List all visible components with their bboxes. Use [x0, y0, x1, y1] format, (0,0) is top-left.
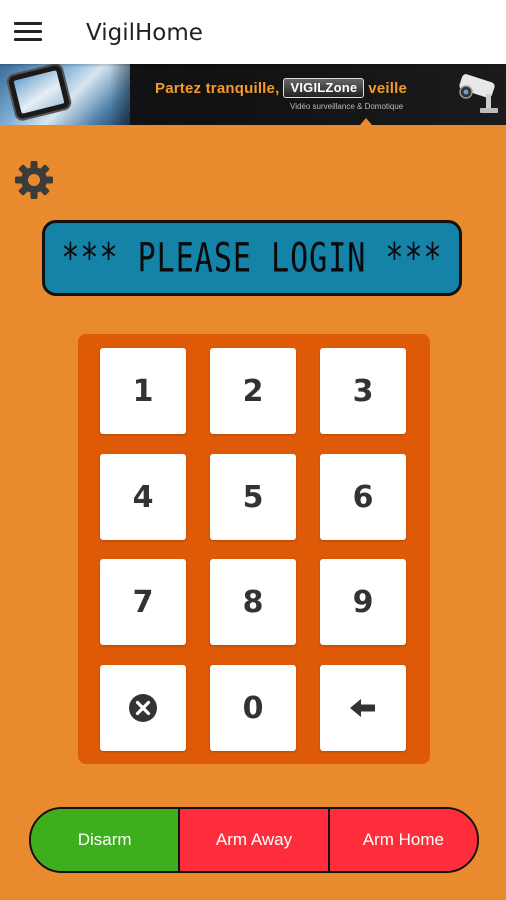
banner-subtitle: Vidéo surveillance & Domotique — [290, 102, 404, 111]
ad-banner[interactable]: Partez tranquille, VIGILZone veille Vidéo … — [0, 64, 506, 125]
arm-away-button[interactable]: Arm Away — [178, 809, 328, 871]
key-1[interactable]: 1 — [100, 348, 186, 434]
banner-tagline-end: veille — [368, 80, 408, 97]
arm-home-button[interactable]: Arm Home — [327, 809, 477, 871]
key-2[interactable]: 2 — [210, 348, 296, 434]
security-camera-icon — [459, 74, 498, 113]
key-9[interactable]: 9 — [320, 559, 406, 645]
gear-icon — [15, 161, 53, 199]
disarm-button[interactable]: Disarm — [31, 809, 179, 871]
key-5[interactable]: 5 — [210, 454, 296, 540]
banner-tagline: Partez tranquille, VIGILZone veille — [155, 78, 407, 98]
key-0[interactable]: 0 — [210, 665, 296, 751]
key-7[interactable]: 7 — [100, 559, 186, 645]
app-title: VigilHome — [86, 20, 203, 46]
key-backspace[interactable] — [320, 665, 406, 751]
key-8[interactable]: 8 — [210, 559, 296, 645]
arm-mode-bar: Disarm Arm Away Arm Home — [29, 807, 479, 873]
keypad: 1 2 3 4 5 6 7 8 9 0 — [78, 334, 430, 764]
banner-brand-logo: VIGILZone — [283, 78, 365, 98]
clear-x-circle-icon — [129, 694, 157, 722]
hamburger-menu-icon[interactable] — [12, 18, 46, 48]
settings-button[interactable] — [12, 158, 56, 202]
status-display-text: *** PLEASE LOGIN *** — [61, 234, 443, 282]
key-3[interactable]: 3 — [320, 348, 406, 434]
backspace-arrow-icon — [350, 699, 375, 717]
key-6[interactable]: 6 — [320, 454, 406, 540]
app-bar: VigilHome — [0, 0, 506, 64]
key-clear[interactable] — [100, 665, 186, 751]
banner-tagline-start: Partez tranquille, — [155, 80, 280, 97]
status-display: *** PLEASE LOGIN *** — [42, 220, 462, 296]
key-4[interactable]: 4 — [100, 454, 186, 540]
